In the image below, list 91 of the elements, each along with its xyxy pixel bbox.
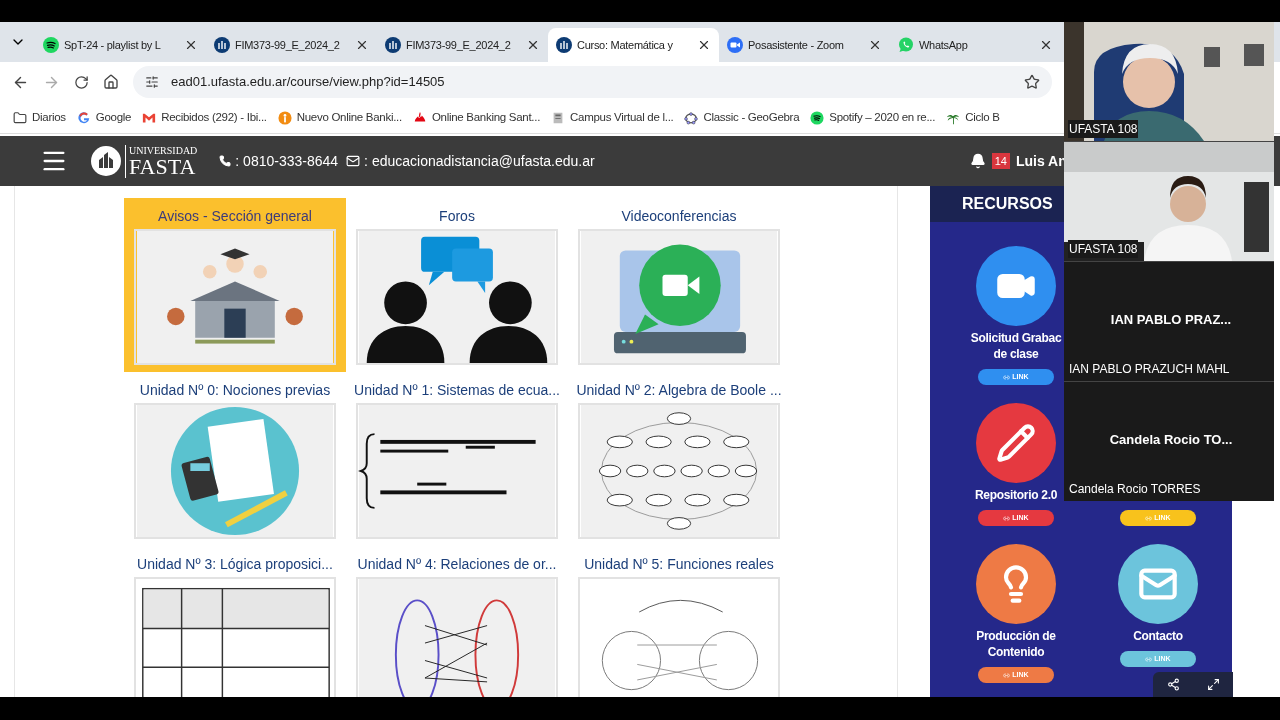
browser-tab[interactable]: Curso: Matemática y bbox=[548, 28, 719, 62]
spotify-icon bbox=[810, 110, 825, 125]
google-icon bbox=[76, 110, 91, 125]
participant-label: UFASTA 108 bbox=[1068, 240, 1139, 258]
participant-name: IAN PABLO PRAZ... bbox=[1110, 310, 1232, 329]
notification-badge: 14 bbox=[991, 153, 1010, 169]
close-icon[interactable] bbox=[868, 38, 882, 52]
share-icon[interactable] bbox=[1166, 678, 1180, 691]
expand-icon[interactable] bbox=[1206, 678, 1220, 691]
bookmark-item[interactable]: Ciclo B bbox=[946, 108, 1000, 127]
url-text: ead01.ufasta.edu.ar/course/view.php?id=14505 bbox=[171, 73, 446, 92]
bookmark-star-icon[interactable] bbox=[1024, 74, 1040, 90]
tile-label: Unidad Nº 4: Relaciones de or... bbox=[357, 555, 557, 574]
bookmark-item[interactable]: Campus Virtual de l... bbox=[551, 108, 674, 127]
link-icon bbox=[1145, 514, 1153, 522]
bookmark-item[interactable]: Recibidos (292) - Ibi... bbox=[142, 108, 267, 127]
logo-text: UNIVERSIDAD bbox=[129, 144, 198, 156]
pencil-icon bbox=[996, 423, 1036, 463]
resource-title: Repositorio 2.0 bbox=[974, 487, 1058, 503]
link-icon bbox=[1003, 373, 1011, 381]
resource-title: Contacto bbox=[1133, 628, 1183, 644]
link-icon bbox=[1003, 514, 1011, 522]
bookmark-item[interactable]: Classic - GeoGebra bbox=[684, 108, 800, 127]
browser-tab[interactable]: SpT-24 - playlist by L bbox=[35, 28, 206, 62]
tile-label: Unidad Nº 0: Nociones previas bbox=[139, 381, 331, 400]
course-tile[interactable]: Unidad Nº 2: Algebra de Boole ... bbox=[568, 372, 790, 546]
resource-title: Producción de bbox=[976, 628, 1056, 644]
reload-icon[interactable] bbox=[74, 74, 89, 90]
globe-icon bbox=[556, 37, 572, 53]
email-address: : educacionadistancia@ufasta.edu.ar bbox=[364, 151, 595, 171]
flame-icon bbox=[412, 110, 427, 125]
browser-tab[interactable]: WhatsApp bbox=[890, 28, 1061, 62]
globe-icon bbox=[214, 37, 230, 53]
resource-title: Contenido bbox=[987, 644, 1045, 660]
course-tile[interactable]: Unidad Nº 4: Relaciones de or... bbox=[346, 546, 568, 697]
tab-title: FIM373-99_E_2024_2 bbox=[235, 37, 340, 53]
tile-label: Unidad Nº 5: Funciones reales bbox=[584, 555, 774, 574]
course-tile[interactable]: Foros bbox=[346, 198, 568, 372]
bookmark-item[interactable]: Google bbox=[76, 108, 132, 127]
bookmark-item[interactable]: Spotify – 2020 en re... bbox=[810, 108, 936, 127]
link-icon bbox=[1145, 655, 1153, 663]
whatsapp-icon bbox=[898, 37, 914, 53]
globe-icon bbox=[385, 37, 401, 53]
tile-label: Foros bbox=[439, 207, 475, 226]
panel-title: RECURSOS bbox=[962, 194, 1053, 214]
close-icon[interactable] bbox=[184, 38, 198, 52]
participant-label: UFASTA 108 bbox=[1068, 120, 1139, 138]
highlighted-tile[interactable]: Avisos - Sección general bbox=[124, 198, 346, 372]
home-icon[interactable] bbox=[103, 74, 119, 90]
bookmark-item[interactable]: Online Banking Sant... bbox=[412, 108, 541, 127]
phone-icon bbox=[219, 155, 232, 167]
tile-label: Avisos - Sección general bbox=[158, 207, 312, 226]
bookmark-item[interactable]: Nuevo Online Banki... bbox=[277, 108, 402, 127]
course-tile[interactable]: Unidad Nº 3: Lógica proposici... bbox=[124, 546, 346, 697]
participant-name: Candela Rocio TO... bbox=[1109, 430, 1233, 449]
mail-icon bbox=[346, 154, 361, 168]
browser-tab[interactable]: Posasistente - Zoom bbox=[719, 28, 890, 62]
geogebra-icon bbox=[684, 110, 699, 125]
resource-title: de clase bbox=[993, 346, 1039, 362]
resource-title: Solicitud Grabac bbox=[970, 330, 1062, 346]
browser-tab[interactable]: FIM373-99_E_2024_2 bbox=[206, 28, 377, 62]
tile-label: Unidad Nº 2: Algebra de Boole ... bbox=[576, 381, 782, 400]
bookmark-item[interactable]: Diarios bbox=[13, 108, 66, 127]
course-tile[interactable]: Videoconferencias bbox=[568, 198, 790, 372]
course-tile[interactable]: Unidad Nº 5: Funciones reales bbox=[568, 546, 790, 697]
person-icon bbox=[277, 110, 292, 125]
tab-title: FIM373-99_E_2024_2 bbox=[406, 37, 511, 53]
link-icon bbox=[1003, 671, 1011, 679]
folder-icon bbox=[13, 110, 27, 125]
tab-title: Curso: Matemática y bbox=[577, 37, 673, 53]
tile-label: Unidad Nº 1: Sistemas de ecua... bbox=[354, 381, 560, 400]
tab-title: WhatsApp bbox=[919, 37, 968, 53]
tab-title: SpT-24 - playlist by L bbox=[64, 37, 161, 53]
spotify-icon bbox=[43, 37, 59, 53]
video-icon bbox=[727, 37, 743, 53]
close-icon[interactable] bbox=[697, 38, 711, 52]
logo-text: FASTA bbox=[129, 155, 196, 178]
logo-icon bbox=[91, 146, 121, 176]
close-icon[interactable] bbox=[526, 38, 540, 52]
tile-label: Unidad Nº 3: Lógica proposici... bbox=[137, 555, 333, 574]
phone-number: : 0810-333-8644 bbox=[235, 151, 339, 171]
browser-tab[interactable]: FIM373-99_E_2024_2 bbox=[377, 28, 548, 62]
course-tile[interactable]: Unidad Nº 1: Sistemas de ecua... bbox=[346, 372, 568, 546]
bell-icon[interactable] bbox=[969, 153, 986, 169]
site-settings-icon[interactable] bbox=[145, 75, 159, 89]
tab-title: Posasistente - Zoom bbox=[748, 37, 844, 53]
close-icon[interactable] bbox=[1039, 38, 1053, 52]
course-tile[interactable]: Unidad Nº 0: Nociones previas bbox=[124, 372, 346, 546]
close-icon[interactable] bbox=[355, 38, 369, 52]
tile-label: Videoconferencias bbox=[621, 207, 737, 226]
address-field[interactable]: ead01.ufasta.edu.ar/course/view.php?id=14505 bbox=[133, 66, 1052, 98]
